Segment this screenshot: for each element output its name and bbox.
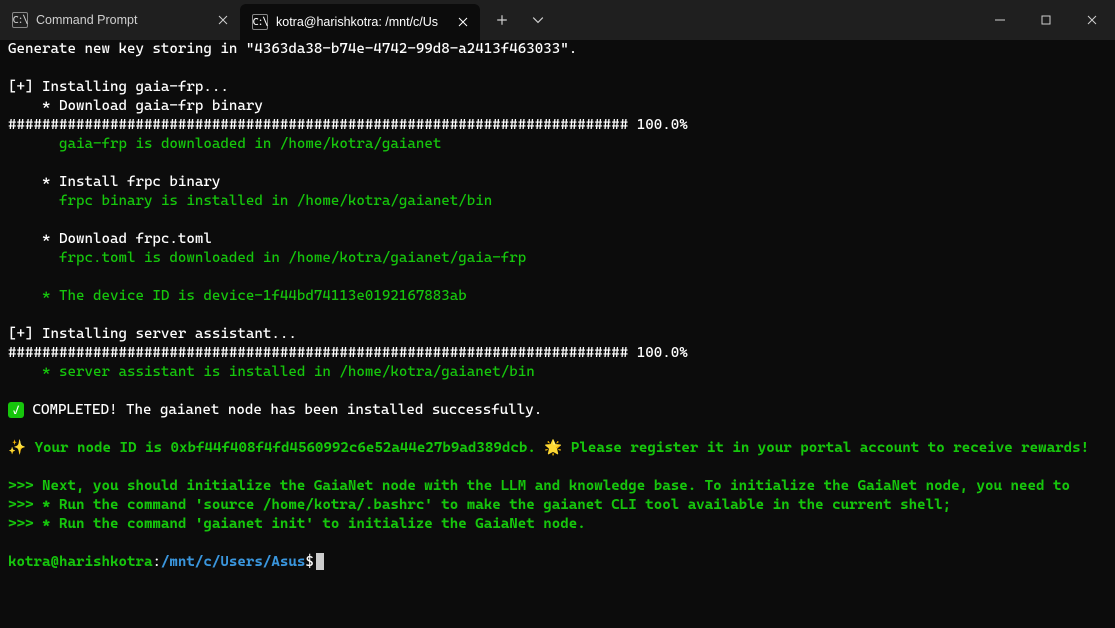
progress-bar: ########################################… bbox=[8, 117, 688, 133]
line-dl-toml: * Download frpc.toml bbox=[8, 231, 212, 247]
terminal-output[interactable]: Generate new key storing in "4363da38-b7… bbox=[0, 40, 1115, 628]
line-server-installed: * server assistant is installed in /home… bbox=[8, 364, 535, 380]
progress-bar: ########################################… bbox=[8, 345, 688, 361]
sparkle-icon: ✨ bbox=[8, 440, 35, 456]
tab-command-prompt[interactable]: C:\ Command Prompt bbox=[0, 0, 240, 40]
line-frp-downloaded: gaia-frp is downloaded in /home/kotra/ga… bbox=[8, 136, 441, 152]
line-next-2: >>> * Run the command 'source /home/kotr… bbox=[8, 497, 951, 513]
tab-title: Command Prompt bbox=[36, 11, 206, 30]
line-dl-frp-bin: * Download gaia-frp binary bbox=[8, 98, 263, 114]
close-icon[interactable] bbox=[214, 11, 232, 29]
prompt-path: /mnt/c/Users/Asus bbox=[161, 554, 305, 570]
close-icon[interactable] bbox=[454, 13, 472, 31]
line-install-frp: [+] Installing gaia-frp... bbox=[8, 79, 229, 95]
prompt-dollar: $ bbox=[305, 554, 314, 570]
maximize-button[interactable] bbox=[1023, 0, 1069, 40]
new-tab-button[interactable] bbox=[486, 4, 518, 36]
line-keygen: Generate new key storing in "4363da38-b7… bbox=[8, 41, 577, 57]
newtab-area bbox=[480, 0, 554, 40]
cursor bbox=[316, 553, 324, 570]
minimize-button[interactable] bbox=[977, 0, 1023, 40]
titlebar: C:\ Command Prompt C:\ kotra@harishkotra… bbox=[0, 0, 1115, 40]
prompt-colon: : bbox=[152, 554, 161, 570]
line-frpc-installed: frpc binary is installed in /home/kotra/… bbox=[8, 193, 492, 209]
close-window-button[interactable] bbox=[1069, 0, 1115, 40]
tab-dropdown-button[interactable] bbox=[522, 4, 554, 36]
line-node-id: Your node ID is 0xbf44f408f4fd4560992c6e… bbox=[35, 440, 545, 456]
star-icon: 🌟 bbox=[544, 440, 571, 456]
line-next-3: >>> * Run the command 'gaianet init' to … bbox=[8, 516, 586, 532]
window-controls bbox=[977, 0, 1115, 40]
line-next-1: >>> Next, you should initialize the Gaia… bbox=[8, 478, 1070, 494]
cmd-icon: C:\ bbox=[12, 12, 28, 28]
line-install-frpc: * Install frpc binary bbox=[8, 174, 220, 190]
titlebar-spacer bbox=[554, 0, 977, 40]
tab-title: kotra@harishkotra: /mnt/c/Us bbox=[276, 13, 446, 32]
prompt-user: kotra@harishkotra bbox=[8, 554, 152, 570]
wsl-icon: C:\ bbox=[252, 14, 268, 30]
tab-wsl-kotra[interactable]: C:\ kotra@harishkotra: /mnt/c/Us bbox=[240, 4, 480, 40]
line-device-id: * The device ID is device-1f44bd74113e01… bbox=[8, 288, 467, 304]
checkmark-icon: ✓ bbox=[8, 402, 24, 418]
line-completed: COMPLETED! The gaianet node has been ins… bbox=[24, 402, 542, 418]
line-toml-downloaded: frpc.toml is downloaded in /home/kotra/g… bbox=[8, 250, 526, 266]
tabs: C:\ Command Prompt C:\ kotra@harishkotra… bbox=[0, 0, 480, 40]
line-install-server: [+] Installing server assistant... bbox=[8, 326, 297, 342]
line-register: Please register it in your portal accoun… bbox=[571, 440, 1089, 456]
